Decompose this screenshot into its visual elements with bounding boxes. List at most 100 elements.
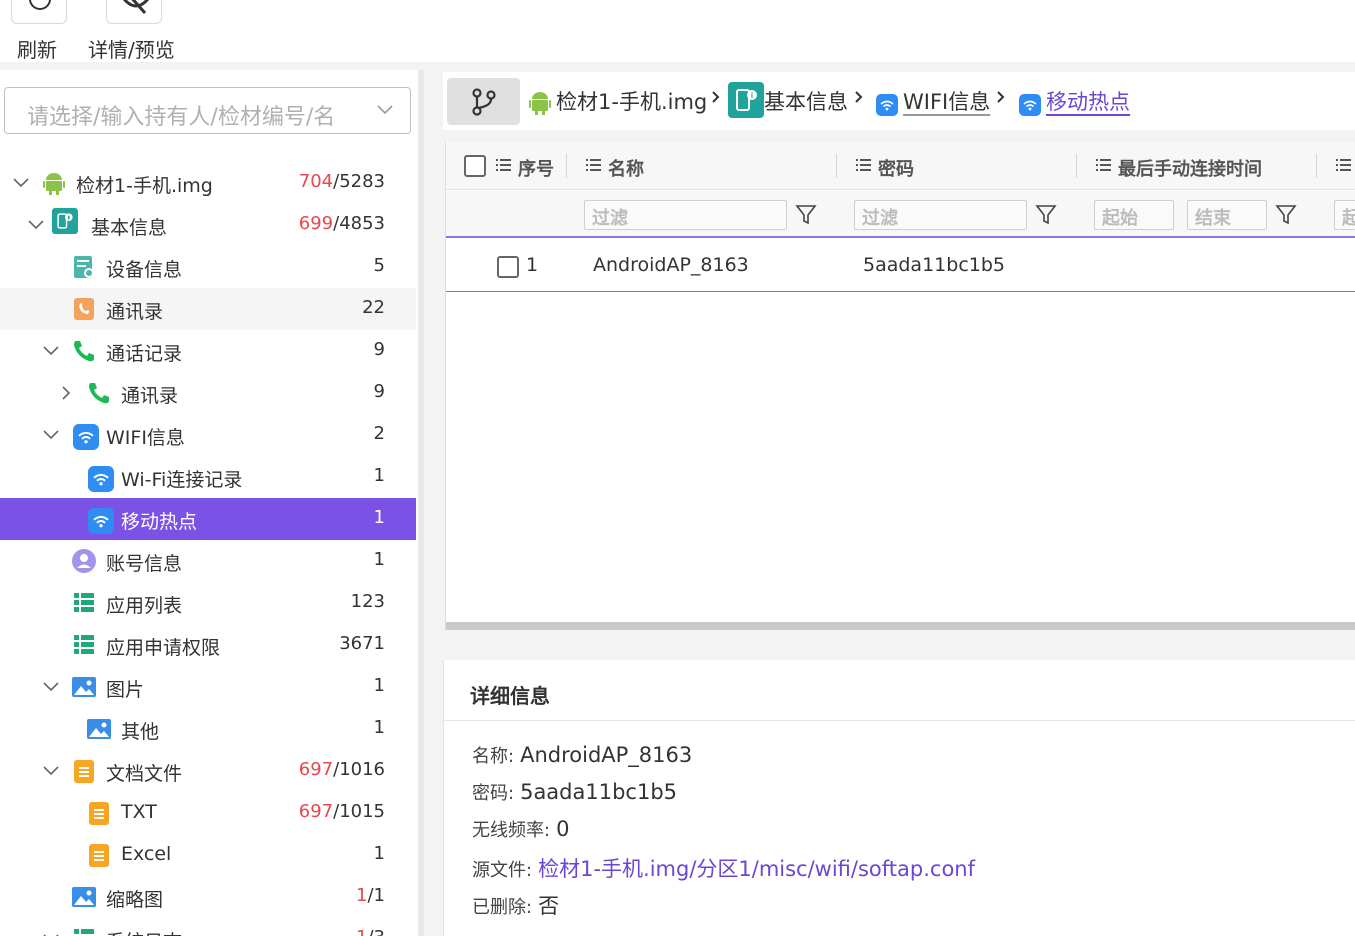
evidence-tree-panel: 请选择/输入持有人/检材编号/名 检材1-手机.img 704/5283 基本信息 6… — [0, 70, 418, 936]
tree-item[interactable]: 通话记录 9 — [0, 330, 416, 372]
tree-item[interactable]: Excel 1 — [0, 834, 416, 876]
tree-item[interactable]: 设备信息 5 — [0, 246, 416, 288]
detail-deleted-row: 已删除: 否 — [472, 890, 559, 920]
wifi-icon — [88, 466, 114, 492]
tree-item-total-count: 1 — [373, 843, 385, 864]
device-info-icon — [74, 256, 94, 278]
row-password: 5aada11bc1b5 — [863, 254, 1005, 276]
tree-item-label: Excel — [121, 843, 172, 865]
tree-item-label: 账号信息 — [106, 553, 183, 575]
tree-item-count: 704/5283 — [299, 171, 385, 192]
column-divider[interactable] — [836, 154, 837, 178]
chevron-right-icon[interactable] — [57, 386, 75, 400]
tree-item-total-count: 22 — [362, 297, 385, 318]
tree-item[interactable]: 缩略图 1/1 — [0, 876, 416, 918]
tree-item[interactable]: Wi-Fi连接记录 1 — [0, 456, 416, 498]
breadcrumb-item-evidence[interactable]: 检材1-手机.img — [556, 86, 707, 116]
end-time-filter[interactable]: 结束 — [1187, 200, 1267, 230]
chevron-down-icon[interactable] — [42, 344, 60, 358]
tree-item[interactable]: 通讯录 22 — [0, 288, 416, 330]
tree-item[interactable]: 账号信息 1 — [0, 540, 416, 582]
tree-item-label: 设备信息 — [106, 259, 183, 281]
column-header-password[interactable]: 密码 — [878, 155, 914, 181]
column-header-index[interactable]: 序号 — [518, 155, 554, 181]
tree-item-label: 缩略图 — [106, 889, 164, 911]
detail-preview-label: 详情/预览 — [88, 38, 175, 62]
column-divider[interactable] — [1076, 154, 1077, 178]
refresh-label: 刷新 — [17, 38, 57, 62]
svg-text:i: i — [751, 91, 753, 100]
column-menu-icon[interactable] — [856, 159, 871, 172]
chevron-down-icon[interactable] — [27, 218, 45, 232]
tree-item[interactable]: 应用申请权限 3671 — [0, 624, 416, 666]
toolbar: 刷新 详情/预览 — [0, 0, 1355, 62]
breadcrumb-item-wifi-info[interactable]: WIFI信息 — [903, 86, 990, 116]
table-row[interactable]: 1 AndroidAP_8163 5aada11bc1b5 — [446, 240, 1355, 292]
tree-item-count: 9 — [374, 381, 385, 402]
filter-icon[interactable] — [795, 204, 817, 226]
detail-deleted-value: 否 — [538, 894, 560, 918]
end-placeholder: 结束 — [1195, 208, 1231, 229]
tree-item[interactable]: 系统日志 1/3 — [0, 918, 416, 936]
tree-item[interactable]: WIFI信息 2 — [0, 414, 416, 456]
select-all-checkbox[interactable] — [464, 155, 486, 177]
tree-item-total-count: /1016 — [333, 759, 385, 780]
column-menu-icon[interactable] — [496, 159, 511, 172]
tree-item[interactable]: 移动热点 1 — [0, 498, 416, 540]
chevron-down-icon[interactable] — [42, 680, 60, 694]
tree-item[interactable]: 检材1-手机.img 704/5283 — [0, 162, 416, 204]
start-time-filter[interactable]: 起始 — [1094, 200, 1174, 230]
grid-horizontal-scrollbar[interactable] — [446, 622, 1355, 630]
image-icon — [72, 677, 96, 697]
tree-item[interactable]: 通讯录 9 — [0, 372, 416, 414]
chevron-down-icon[interactable] — [12, 176, 30, 190]
column-menu-icon[interactable] — [1336, 159, 1351, 172]
branch-button[interactable] — [447, 78, 520, 125]
tree-item[interactable]: 图片 1 — [0, 666, 416, 708]
name-filter-input[interactable]: 过滤 — [584, 200, 787, 230]
tree-item-label: 通话记录 — [106, 343, 183, 365]
tree-item-count: 3671 — [339, 633, 385, 654]
next-column-filter[interactable]: 起 — [1334, 200, 1355, 230]
breadcrumb-item-hotspot[interactable]: 移动热点 — [1046, 86, 1130, 116]
chevron-right-icon — [855, 91, 863, 103]
tree-item[interactable]: 其他 1 — [0, 708, 416, 750]
app-list-icon — [74, 593, 94, 612]
branch-icon — [472, 88, 496, 116]
column-divider[interactable] — [1316, 154, 1317, 178]
chevron-down-icon[interactable] — [42, 932, 60, 936]
tree-item-label: 文档文件 — [106, 763, 183, 785]
tree-item-total-count: 9 — [373, 339, 385, 360]
chevron-right-icon — [997, 91, 1005, 103]
chevron-down-icon[interactable] — [42, 428, 60, 442]
android-icon — [43, 173, 65, 195]
column-menu-icon[interactable] — [586, 159, 601, 172]
detail-preview-button[interactable] — [106, 0, 162, 24]
filter-icon[interactable] — [1035, 204, 1057, 226]
tree-item-count: 697/1015 — [299, 801, 385, 822]
tree-item[interactable]: TXT 697/1015 — [0, 792, 416, 834]
column-header-name[interactable]: 名称 — [608, 155, 644, 181]
tree-item[interactable]: 应用列表 123 — [0, 582, 416, 624]
chevron-down-icon[interactable] — [42, 764, 60, 778]
row-checkbox[interactable] — [497, 256, 519, 278]
phone-info-icon — [52, 208, 78, 234]
detail-password-value: 5aada11bc1b5 — [520, 780, 678, 804]
phone-info-icon: i — [728, 82, 764, 118]
chevron-right-icon — [712, 91, 720, 103]
filter-icon[interactable] — [1275, 204, 1297, 226]
breadcrumb-item-basic-info[interactable]: 基本信息 — [764, 86, 848, 116]
detail-source-link[interactable]: 检材1-手机.img/分区1/misc/wifi/softap.conf — [538, 857, 975, 881]
column-header-last-connect-time[interactable]: 最后手动连接时间 — [1118, 155, 1262, 181]
account-icon — [72, 549, 96, 573]
column-menu-icon[interactable] — [1096, 159, 1111, 172]
tree-item-count: 1 — [374, 675, 385, 696]
password-filter-input[interactable]: 过滤 — [854, 200, 1027, 230]
column-divider[interactable] — [566, 154, 567, 178]
detail-name-row: 名称: AndroidAP_8163 — [472, 742, 692, 768]
refresh-button[interactable] — [11, 0, 67, 24]
tree-item[interactable]: 基本信息 699/4853 — [0, 204, 416, 246]
tree-item-count: 9 — [374, 339, 385, 360]
tree-item[interactable]: 文档文件 697/1016 — [0, 750, 416, 792]
owner-search-select[interactable]: 请选择/输入持有人/检材编号/名 — [4, 87, 411, 134]
